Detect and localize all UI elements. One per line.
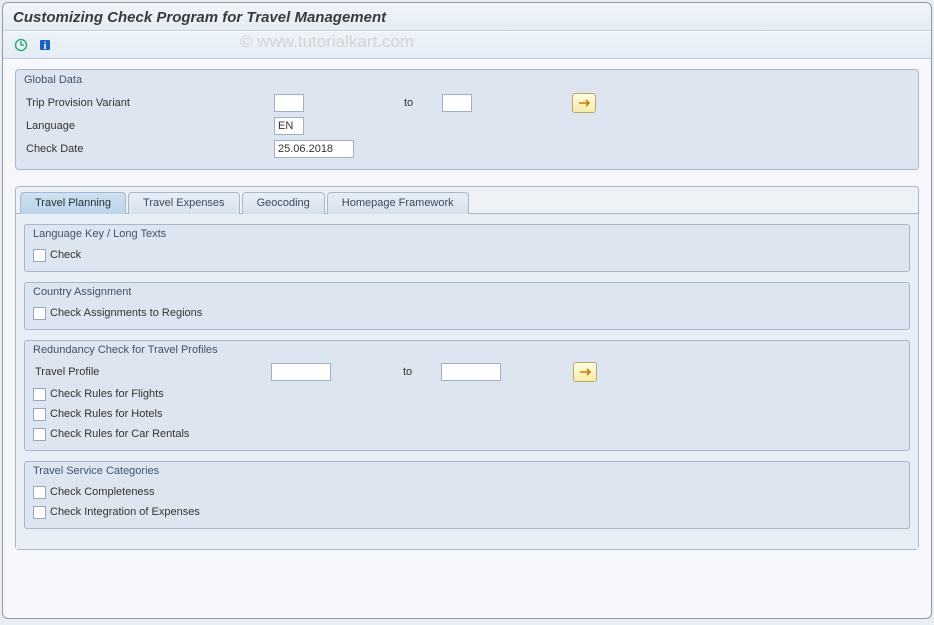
cars-label: Check Rules for Car Rentals bbox=[50, 428, 189, 440]
trip-provision-label: Trip Provision Variant bbox=[24, 97, 274, 109]
completeness-row: Check Completeness bbox=[33, 482, 901, 502]
check-date-row: Check Date bbox=[24, 138, 910, 160]
content-area: Global Data Trip Provision Variant to La… bbox=[3, 59, 931, 560]
service-categories-group: Travel Service Categories Check Complete… bbox=[24, 461, 910, 529]
tab-geocoding[interactable]: Geocoding bbox=[242, 192, 325, 214]
hotels-checkbox[interactable] bbox=[33, 408, 46, 421]
main-window: Customizing Check Program for Travel Man… bbox=[2, 2, 932, 619]
language-input[interactable] bbox=[274, 117, 304, 135]
flights-label: Check Rules for Flights bbox=[50, 388, 164, 400]
tab-row: Travel Planning Travel Expenses Geocodin… bbox=[16, 187, 918, 214]
trip-provision-row: Trip Provision Variant to bbox=[24, 92, 910, 114]
to-label: to bbox=[404, 97, 434, 109]
language-key-legend: Language Key / Long Texts bbox=[25, 225, 909, 245]
travel-profile-row: Travel Profile to bbox=[33, 361, 901, 383]
country-assignment-legend: Country Assignment bbox=[25, 283, 909, 303]
tab-travel-expenses[interactable]: Travel Expenses bbox=[128, 192, 240, 214]
profile-multiple-selection-button[interactable] bbox=[573, 362, 597, 382]
flights-row: Check Rules for Flights bbox=[33, 384, 901, 404]
language-row: Language bbox=[24, 115, 910, 137]
redundancy-group: Redundancy Check for Travel Profiles Tra… bbox=[24, 340, 910, 451]
travel-profile-label: Travel Profile bbox=[33, 366, 271, 378]
profile-to-label: to bbox=[403, 366, 433, 378]
country-assignment-group: Country Assignment Check Assignments to … bbox=[24, 282, 910, 330]
integration-row: Check Integration of Expenses bbox=[33, 502, 901, 522]
check-checkbox[interactable] bbox=[33, 249, 46, 262]
check-date-input[interactable] bbox=[274, 140, 354, 158]
page-title: Customizing Check Program for Travel Man… bbox=[13, 9, 386, 26]
title-bar: Customizing Check Program for Travel Man… bbox=[3, 3, 931, 31]
tabstrip: Travel Planning Travel Expenses Geocodin… bbox=[15, 186, 919, 550]
completeness-label: Check Completeness bbox=[50, 486, 155, 498]
language-label: Language bbox=[24, 120, 274, 132]
check-row: Check bbox=[33, 245, 901, 265]
completeness-checkbox[interactable] bbox=[33, 486, 46, 499]
hotels-row: Check Rules for Hotels bbox=[33, 404, 901, 424]
assignments-checkbox[interactable] bbox=[33, 307, 46, 320]
assignments-row: Check Assignments to Regions bbox=[33, 303, 901, 323]
tab-travel-planning[interactable]: Travel Planning bbox=[20, 192, 126, 214]
travel-profile-input[interactable] bbox=[271, 363, 331, 381]
hotels-label: Check Rules for Hotels bbox=[50, 408, 163, 420]
check-label: Check bbox=[50, 249, 81, 261]
global-data-group: Global Data Trip Provision Variant to La… bbox=[15, 69, 919, 170]
flights-checkbox[interactable] bbox=[33, 388, 46, 401]
language-key-group: Language Key / Long Texts Check bbox=[24, 224, 910, 272]
service-categories-legend: Travel Service Categories bbox=[25, 462, 909, 482]
trip-provision-to-input[interactable] bbox=[442, 94, 472, 112]
assignments-label: Check Assignments to Regions bbox=[50, 307, 202, 319]
cars-checkbox[interactable] bbox=[33, 428, 46, 441]
tab-content: Language Key / Long Texts Check Country … bbox=[16, 214, 918, 549]
svg-text:i: i bbox=[44, 41, 47, 52]
trip-provision-input[interactable] bbox=[274, 94, 304, 112]
integration-label: Check Integration of Expenses bbox=[50, 506, 200, 518]
check-date-label: Check Date bbox=[24, 143, 274, 155]
toolbar: i bbox=[3, 31, 931, 59]
execute-icon[interactable] bbox=[11, 35, 31, 55]
info-icon[interactable]: i bbox=[35, 35, 55, 55]
travel-profile-to-input[interactable] bbox=[441, 363, 501, 381]
global-data-legend: Global Data bbox=[16, 70, 918, 92]
multiple-selection-button[interactable] bbox=[572, 93, 596, 113]
tab-homepage-framework[interactable]: Homepage Framework bbox=[327, 192, 469, 214]
redundancy-legend: Redundancy Check for Travel Profiles bbox=[25, 341, 909, 361]
integration-checkbox[interactable] bbox=[33, 506, 46, 519]
cars-row: Check Rules for Car Rentals bbox=[33, 424, 901, 444]
